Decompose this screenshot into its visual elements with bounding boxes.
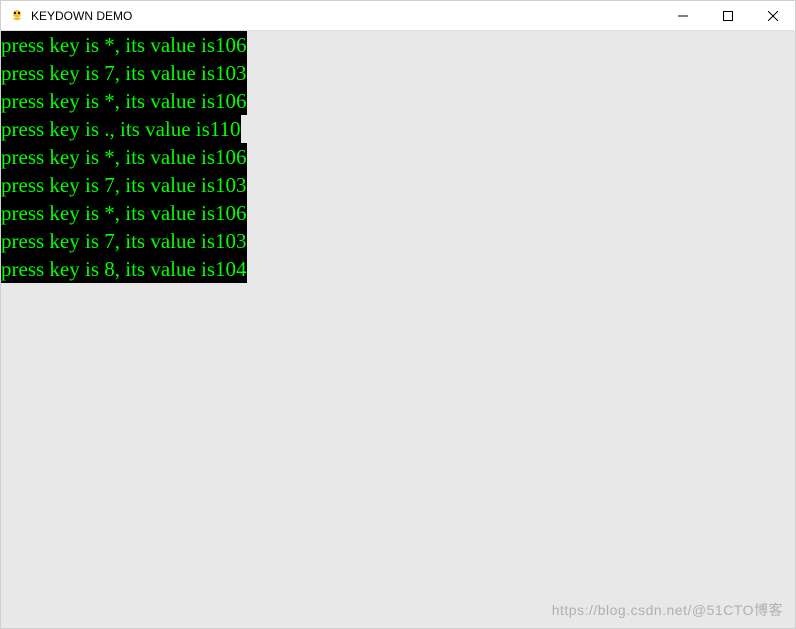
- log-line: press key is 7, its value is103: [1, 171, 247, 199]
- log-line: press key is 7, its value is103: [1, 59, 247, 87]
- client-area: press key is *, its value is106 press ke…: [1, 31, 795, 628]
- app-icon: [9, 8, 25, 24]
- log-line: press key is 8, its value is104: [1, 255, 247, 283]
- close-button[interactable]: [750, 1, 795, 30]
- minimize-button[interactable]: [660, 1, 705, 30]
- log-line: press key is *, its value is106: [1, 87, 247, 115]
- window-title: KEYDOWN DEMO: [31, 9, 660, 23]
- log-line: press key is ., its value is110: [1, 115, 241, 143]
- log-output: press key is *, its value is106 press ke…: [1, 31, 247, 283]
- log-line: press key is *, its value is106: [1, 143, 247, 171]
- log-line: press key is *, its value is106: [1, 31, 247, 59]
- maximize-button[interactable]: [705, 1, 750, 30]
- window-controls: [660, 1, 795, 30]
- log-line: press key is *, its value is106: [1, 199, 247, 227]
- watermark-text: https://blog.csdn.net/@51CTO博客: [552, 600, 783, 620]
- log-line: press key is 7, its value is103: [1, 227, 247, 255]
- app-window: KEYDOWN DEMO press key is *, its value i…: [0, 0, 796, 629]
- titlebar[interactable]: KEYDOWN DEMO: [1, 1, 795, 31]
